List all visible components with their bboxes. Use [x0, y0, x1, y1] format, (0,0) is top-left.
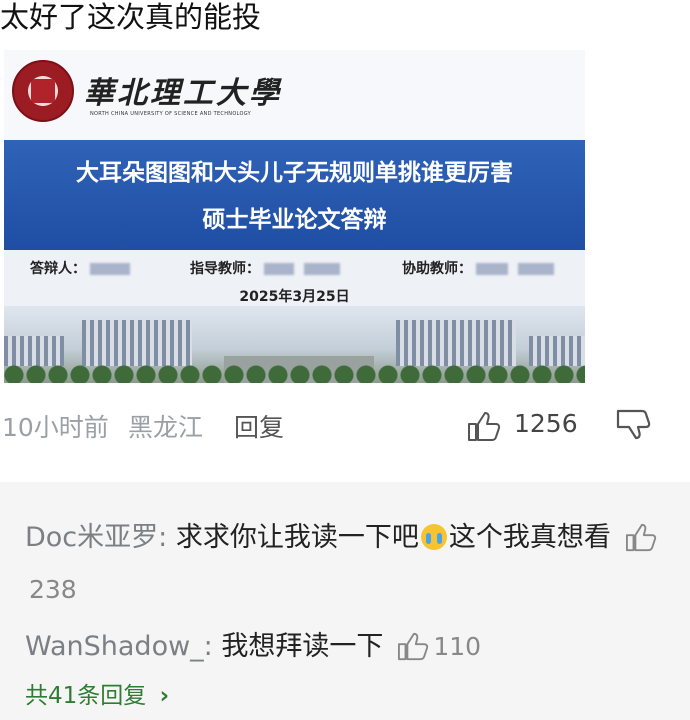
blurred-name: [304, 263, 340, 275]
thumbs-up-icon[interactable]: [397, 631, 429, 661]
banner-title: 大耳朵图图和大头儿子无规则单挑谁更厉害: [76, 160, 513, 186]
reply-text: 我想拜读一下: [221, 631, 384, 662]
university-english-name: NORTH CHINA UNIVERSITY OF SCIENCE AND TE…: [90, 111, 251, 117]
view-all-replies-link[interactable]: 共41条回复 ›: [25, 676, 169, 710]
campus-trees: [4, 363, 585, 383]
defender-role: 答辩人：: [30, 258, 130, 278]
assistant-role: 协助教师：: [402, 258, 554, 278]
campus-building-far-left: [4, 336, 64, 366]
blurred-name: [90, 263, 130, 275]
reply-item[interactable]: WanShadow_: 我想拜读一下 110: [25, 624, 481, 663]
reply-like-count: 110: [433, 632, 482, 661]
reply-item[interactable]: Doc米亚罗: 求求你让我读一下吧 这个我真想看 238: [25, 512, 665, 616]
defender-label: 答辩人：: [30, 261, 86, 277]
thumbs-down-icon[interactable]: [615, 408, 653, 442]
crying-face-icon: [420, 524, 447, 550]
replies-panel: Doc米亚罗: 求求你让我读一下吧 这个我真想看 238 WanShadow_: 我…: [0, 482, 690, 720]
campus-building-far-right: [529, 336, 585, 366]
chevron-right-icon: ›: [159, 683, 170, 709]
reply-text-continued: 这个我真想看: [448, 522, 611, 553]
comment-text: 太好了这次真的能投: [0, 0, 262, 34]
attached-image[interactable]: 華北理工大學 NORTH CHINA UNIVERSITY OF SCIENCE…: [4, 50, 585, 383]
image-header: 華北理工大學 NORTH CHINA UNIVERSITY OF SCIENCE…: [4, 50, 585, 140]
campus-picture: [4, 306, 585, 383]
advisor-label: 指导教师：: [190, 261, 260, 277]
blurred-name: [476, 263, 508, 275]
total-replies-label: 共41条回复: [25, 683, 147, 709]
blurred-name: [518, 263, 554, 275]
university-emblem: [12, 60, 74, 122]
image-banner: 大耳朵图图和大头儿子无规则单挑谁更厉害 硕士毕业论文答辩: [4, 140, 585, 250]
advisor-role: 指导教师：: [190, 258, 340, 278]
comment-time: 10小时前: [2, 413, 109, 442]
university-name: 華北理工大學: [84, 76, 282, 111]
assistant-label: 协助教师：: [402, 261, 472, 277]
reply-author[interactable]: WanShadow_: [25, 631, 204, 662]
like-count: 1256: [514, 409, 578, 438]
thumbs-up-icon[interactable]: [625, 522, 657, 552]
reply-button[interactable]: 回复: [234, 408, 284, 444]
campus-building-left: [82, 320, 192, 366]
reply-author[interactable]: Doc米亚罗: [25, 522, 158, 553]
reply-like-count: 238: [29, 575, 77, 604]
campus-building-right: [396, 320, 516, 366]
defense-date: 2025年3月25日: [239, 289, 350, 305]
reply-separator: :: [203, 631, 222, 662]
thumbs-up-icon[interactable]: [467, 410, 501, 442]
blurred-name: [264, 263, 294, 275]
reply-text: 求求你让我读一下吧: [175, 522, 419, 553]
reply-separator: :: [158, 522, 176, 553]
comment-location: 黑龙江: [128, 413, 204, 442]
banner-subtitle: 硕士毕业论文答辩: [202, 207, 387, 233]
defense-roles: 答辩人： 指导教师： 协助教师：: [4, 254, 585, 282]
